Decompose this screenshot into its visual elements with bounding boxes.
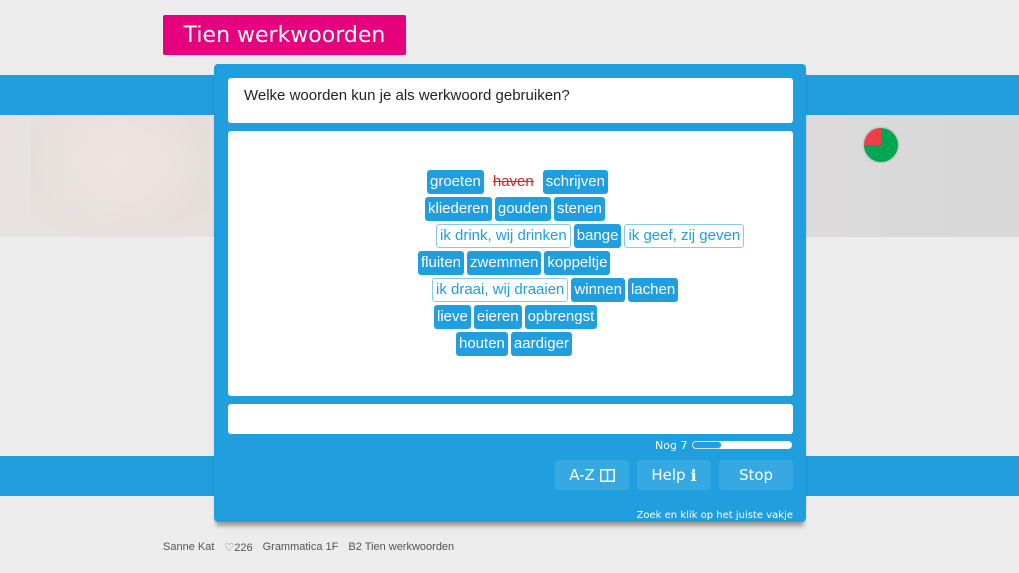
help-label: Help	[651, 466, 686, 484]
word-tile[interactable]: ik geef, zij geven	[624, 224, 745, 248]
stop-label: Stop	[738, 466, 774, 484]
word-area: groeten haven schrijven kliederen gouden…	[228, 131, 793, 396]
progress-fill	[692, 441, 722, 449]
word-tile[interactable]: haven	[487, 170, 540, 194]
word-row: ik drink, wij drinken bange ik geef, zij…	[436, 224, 1001, 248]
question-text: Welke woorden kun je als werkwoord gebru…	[244, 87, 570, 104]
word-tile[interactable]: lachen	[627, 278, 679, 302]
az-label: A-Z	[569, 466, 595, 484]
word-row: ik draai, wij draaien winnen lachen	[432, 278, 997, 302]
word-tile[interactable]: lieve	[434, 305, 471, 329]
question-box: Welke woorden kun je als werkwoord gebru…	[228, 78, 793, 123]
word-tile[interactable]: winnen	[571, 278, 625, 302]
user-name: Sanne Kat	[163, 541, 215, 553]
remaining-count: Nog 7	[655, 439, 688, 452]
instruction-hint: Zoek en klik op het juiste vakje	[636, 510, 793, 521]
word-tile[interactable]: groeten	[427, 170, 484, 194]
info-icon: i	[690, 465, 697, 485]
book-icon	[599, 468, 615, 482]
exercise-panel: Welke woorden kun je als werkwoord gebru…	[214, 64, 806, 522]
word-tile[interactable]: ik drink, wij drinken	[436, 224, 571, 248]
word-row: fluiten zwemmen koppeltje	[418, 251, 983, 275]
word-tile[interactable]: aardiger	[510, 332, 572, 356]
word-tile[interactable]: zwemmen	[467, 251, 542, 275]
word-tile[interactable]: gouden	[494, 197, 551, 221]
word-tile[interactable]: ik draai, wij draaien	[432, 278, 569, 302]
exercise-title: Tien werkwoorden	[163, 15, 406, 55]
word-row: kliederen gouden stenen	[425, 197, 990, 221]
word-tile[interactable]: eieren	[473, 305, 522, 329]
score-pie-wrong	[864, 128, 881, 145]
progress-bar	[692, 441, 792, 449]
az-dictionary-button[interactable]: A-Z	[555, 460, 629, 490]
word-tile[interactable]: kliederen	[425, 197, 492, 221]
word-tile[interactable]: stenen	[553, 197, 605, 221]
score-pie-chart	[862, 126, 900, 164]
word-row: houten aardiger	[456, 332, 1019, 356]
stop-button[interactable]: Stop	[719, 460, 793, 490]
word-tile[interactable]: opbrengst	[524, 305, 598, 329]
lesson-link[interactable]: B2 Tien werkwoorden	[348, 541, 454, 554]
help-button[interactable]: Help i	[637, 460, 711, 490]
word-tile[interactable]: koppeltje	[544, 251, 611, 275]
word-tile[interactable]: houten	[456, 332, 508, 356]
word-tile[interactable]: bange	[573, 224, 622, 248]
footer-breadcrumb: Sanne Kat ♡226 Grammatica 1F B2 Tien wer…	[163, 541, 454, 554]
hearts-count: ♡226	[224, 542, 253, 554]
word-tile[interactable]: schrijven	[542, 170, 608, 194]
course-link[interactable]: Grammatica 1F	[263, 541, 339, 554]
word-tile[interactable]: fluiten	[418, 251, 465, 275]
word-row: lieve eieren opbrengst	[434, 305, 999, 329]
answer-box	[228, 404, 793, 434]
word-row: groeten haven schrijven	[427, 170, 992, 194]
